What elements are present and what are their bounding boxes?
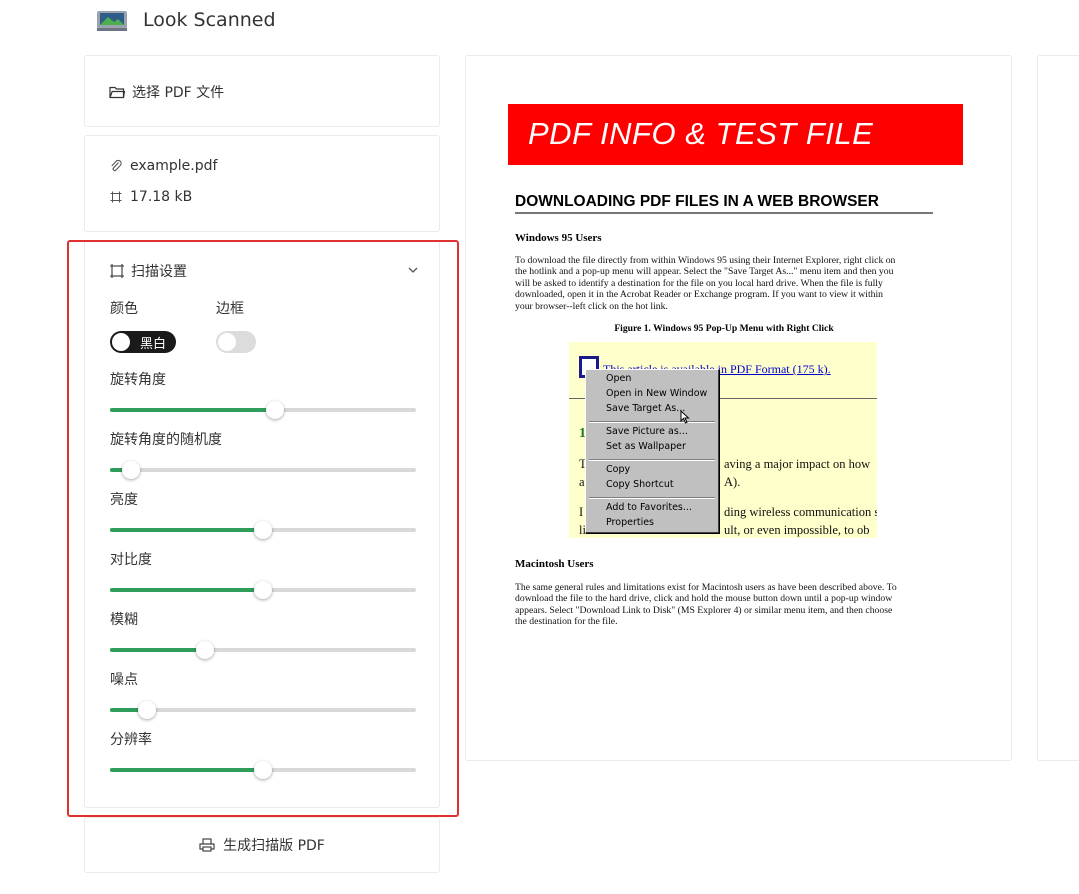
ctx-item-properties: Properties — [606, 517, 655, 528]
pdf-line: appears. Select "Download Link to Disk" … — [515, 604, 893, 616]
slider-fill — [110, 768, 263, 772]
toggle-knob — [218, 333, 236, 351]
toggle-knob — [112, 333, 130, 351]
app-title: Look Scanned — [143, 9, 276, 31]
printer-icon — [199, 838, 215, 852]
slider-thumb[interactable] — [122, 461, 141, 479]
app-header: Look Scanned — [96, 6, 276, 34]
color-toggle-text: 黑白 — [139, 337, 166, 352]
color-toggle[interactable]: 黑白 — [110, 331, 176, 353]
slider-thumb[interactable] — [254, 581, 272, 599]
scanner-icon — [97, 11, 127, 31]
scan-settings-title: 扫描设置 — [131, 264, 187, 280]
border-toggle[interactable] — [216, 331, 256, 353]
pdf-preview-scanned — [1037, 55, 1079, 761]
scan-settings-header[interactable]: 扫描设置 — [109, 261, 419, 281]
pdf-section2-title: Macintosh Users — [515, 558, 594, 570]
slider-track[interactable] — [110, 468, 416, 472]
ctx-item-save-picture: Save Picture as... — [606, 426, 688, 437]
ctx-item-copy: Copy — [606, 464, 631, 475]
scan-frame-icon — [110, 264, 124, 278]
slider-thumb[interactable] — [137, 701, 156, 719]
mouse-cursor-icon — [680, 410, 690, 424]
pdf-line: the hotlink and a pop-up menu will appea… — [515, 266, 894, 278]
pdf-figure-text: ding wireless communication s — [724, 505, 877, 519]
generate-label: 生成扫描版 PDF — [223, 838, 325, 854]
slider-fill — [110, 408, 276, 412]
pdf-banner-text: PDF INFO & TEST FILE — [528, 116, 874, 151]
pdf-figure-text: I — [579, 505, 584, 519]
pdf-figure-screenshot: This article is available in PDF Format … — [569, 342, 877, 538]
file-size: 17.18 kB — [130, 189, 193, 205]
pdf-figure-text: ult, or even impossible, to ob — [724, 523, 870, 537]
slider-fill — [110, 528, 263, 532]
slider-thumb[interactable] — [266, 401, 285, 419]
scan-settings-panel: 扫描设置 颜色 边框 黑白 旋转角度旋转角度的随机度 亮度对比度模糊噪点分辨率 — [84, 240, 440, 808]
pdf-figure-caption: Figure 1. Windows 95 Pop-Up Menu with Ri… — [614, 323, 834, 334]
pdf-line: download the file to the hard drive, cli… — [515, 593, 893, 605]
slider-label: 噪点 — [110, 672, 138, 688]
color-label: 颜色 — [110, 301, 138, 317]
pdf-heading: DOWNLOADING PDF FILES IN A WEB BROWSER — [515, 193, 933, 214]
pdf-figure-text: a — [579, 475, 585, 489]
ctx-item-open-new-window: Open in New Window — [606, 388, 708, 399]
slider-label: 旋转角度 — [110, 372, 166, 388]
pdf-banner: PDF INFO & TEST FILE — [508, 104, 963, 165]
chevron-down-icon[interactable] — [407, 264, 419, 276]
slider[interactable] — [110, 761, 416, 779]
pdf-line: the destination for the file. — [515, 616, 618, 628]
ctx-item-open: Open — [606, 373, 632, 384]
pdf-line: your browser--left click on the hot link… — [515, 300, 668, 312]
slider-thumb[interactable] — [195, 641, 214, 659]
pdf-figure-text: aving a major impact on how — [724, 457, 871, 471]
slider-label: 旋转角度的随机度 — [110, 432, 222, 448]
pdf-line: To download the file directly from withi… — [515, 255, 896, 266]
pdf-preview: PDF INFO & TEST FILE DOWNLOADING PDF FIL… — [465, 55, 1012, 761]
slider-thumb[interactable] — [254, 521, 272, 539]
pdf-section1-paragraph: To download the file directly from withi… — [515, 255, 930, 312]
ctx-item-add-favorites: Add to Favorites... — [606, 502, 692, 513]
pdf-line: will be asked to identify a destination … — [515, 277, 883, 289]
slider-thumb[interactable] — [254, 761, 272, 779]
pdf-figure-text: A). — [724, 475, 741, 489]
slider[interactable] — [110, 401, 416, 419]
menu-separator — [589, 459, 715, 461]
file-info-panel: example.pdf 17.18 kB — [84, 135, 440, 232]
slider-track[interactable] — [110, 708, 416, 712]
ctx-item-copy-shortcut: Copy Shortcut — [606, 479, 674, 490]
slider-label: 对比度 — [110, 552, 152, 568]
pdf-section2-paragraph: The same general rules and limitations e… — [515, 582, 930, 628]
slider-label: 模糊 — [110, 612, 138, 628]
generate-scanned-pdf-button[interactable]: 生成扫描版 PDF — [84, 817, 440, 873]
slider-label: 分辨率 — [110, 732, 152, 748]
size-icon — [110, 191, 122, 203]
slider[interactable] — [110, 521, 416, 539]
file-name: example.pdf — [130, 158, 218, 174]
paperclip-icon — [111, 159, 122, 172]
border-label: 边框 — [216, 301, 244, 317]
slider[interactable] — [110, 581, 416, 599]
pdf-section1-title: Windows 95 Users — [515, 232, 602, 244]
pdf-line: downloaded, open it in the Acrobat Reade… — [515, 289, 884, 301]
slider[interactable] — [110, 461, 416, 479]
pdf-line: The same general rules and limitations e… — [515, 582, 897, 593]
select-pdf-button[interactable]: 选择 PDF 文件 — [84, 55, 440, 127]
slider[interactable] — [110, 641, 416, 659]
slider-fill — [110, 588, 263, 592]
menu-separator — [589, 421, 715, 423]
pdf-context-menu: Open Open in New Window Save Target As..… — [585, 369, 719, 533]
ctx-item-save-target: Save Target As... — [606, 403, 686, 414]
ctx-item-set-wallpaper: Set as Wallpaper — [606, 441, 686, 452]
folder-icon — [109, 86, 125, 99]
slider-label: 亮度 — [110, 492, 138, 508]
menu-separator — [589, 497, 715, 499]
select-pdf-label: 选择 PDF 文件 — [132, 85, 225, 101]
slider-fill — [110, 648, 205, 652]
slider[interactable] — [110, 701, 416, 719]
